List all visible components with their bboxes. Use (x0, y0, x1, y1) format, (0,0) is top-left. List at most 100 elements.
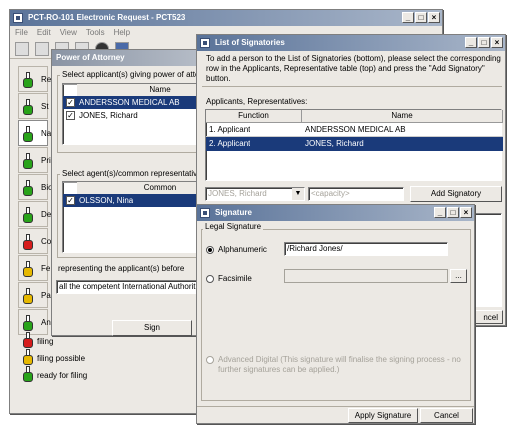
menu-tools[interactable]: Tools (86, 26, 105, 39)
nav-item[interactable]: Co (18, 228, 52, 254)
nav-item-label: Fe (41, 264, 51, 273)
applicant-checkbox[interactable] (66, 98, 75, 107)
nav-item[interactable]: Bio (18, 174, 53, 200)
signatories-window-title: List of Signatories (215, 38, 285, 47)
maximize-button[interactable]: □ (447, 207, 459, 218)
applicant-name: ANDERSSON MEDICAL AB (79, 98, 180, 107)
cancel-button[interactable]: Cancel (420, 408, 473, 423)
alphanumeric-input[interactable]: /Richard Jones/ (284, 242, 448, 256)
status-flask-icon (23, 126, 33, 142)
nav-item[interactable]: Fe (18, 255, 51, 281)
nav-item-label: Pri (41, 156, 51, 165)
table-row[interactable]: 1. Applicant ANDERSSON MEDICAL AB (206, 123, 503, 137)
table-label: Applicants, Representatives: (206, 97, 308, 106)
browse-button[interactable]: ... (450, 269, 467, 283)
window-icon (200, 38, 210, 48)
applicant-name: JONES, Richard (79, 111, 138, 120)
status-flask-icon (23, 180, 33, 196)
menu-view[interactable]: View (60, 26, 77, 39)
nav-item[interactable]: Re (18, 66, 52, 92)
new-document-icon[interactable] (15, 42, 29, 56)
minimize-button[interactable]: _ (402, 12, 414, 23)
column-name[interactable]: Name (302, 110, 503, 123)
representing-label: representing the applicant(s) before (58, 264, 185, 273)
separator (202, 86, 502, 87)
app-icon (13, 13, 23, 23)
nav-item-label: Re (41, 75, 52, 84)
status-flask-icon (23, 366, 33, 382)
status-flask-icon (23, 315, 33, 331)
authorities-value: all the competent International Authorit… (59, 282, 206, 291)
nav-item-label: Na (41, 129, 52, 138)
status-flask-icon (23, 207, 33, 223)
close-button[interactable]: × (491, 37, 503, 48)
status-flask-icon (23, 153, 33, 169)
poa-window-title: Power of Attorney (56, 53, 125, 62)
legend-item: ready for filing (20, 366, 95, 382)
person-select-value: JONES, Richard (208, 189, 267, 198)
add-signatory-button[interactable]: Add Signatory (410, 186, 502, 202)
applicant-checkbox[interactable] (66, 111, 75, 120)
capacity-placeholder: <capacity> (311, 189, 350, 198)
column-function[interactable]: Function (206, 110, 302, 123)
alphanumeric-radio[interactable] (206, 246, 214, 254)
nav-item-label: St (41, 102, 49, 111)
legend-label: ready for filing (37, 371, 88, 380)
window-icon (200, 208, 210, 218)
chevron-down-icon[interactable]: ▼ (292, 188, 304, 200)
status-flask-icon (23, 261, 33, 277)
legend-label: filing (37, 337, 54, 346)
status-flask-icon (23, 332, 33, 348)
nav-item[interactable]: Na (18, 120, 52, 146)
nav-item-label: Co (41, 237, 52, 246)
status-flask-icon (23, 288, 33, 304)
nav-item[interactable]: Pri (18, 147, 51, 173)
row-function: 2. Applicant (209, 139, 251, 148)
advanced-digital-label: Advanced Digital (This signature will fi… (218, 355, 461, 374)
row-name: JONES, Richard (305, 139, 364, 148)
facsimile-label: Facsimile (218, 274, 252, 283)
legal-signature-label: Legal Signature (203, 222, 264, 231)
menu-edit[interactable]: Edit (37, 26, 51, 39)
nav-item-label: De (41, 210, 52, 219)
status-legend: filing filing possible ready for filing (10, 332, 92, 392)
nav-item[interactable]: De (18, 201, 52, 227)
nav-item[interactable]: St (18, 93, 49, 119)
sign-button[interactable]: Sign (112, 320, 192, 336)
facsimile-input[interactable] (284, 269, 448, 283)
applicants-representatives-table: Function Name 1. Applicant ANDERSSON MED… (205, 109, 503, 181)
maximize-button[interactable]: □ (478, 37, 490, 48)
signatories-title-bar[interactable]: List of Signatories _ □ × (197, 35, 505, 51)
close-button[interactable]: × (460, 207, 472, 218)
row-function: 1. Applicant (209, 125, 251, 134)
nav-item[interactable]: Pa (18, 282, 51, 308)
advanced-digital-radio[interactable] (206, 356, 214, 364)
minimize-button[interactable]: _ (465, 37, 477, 48)
alphanumeric-label: Alphanumeric (218, 245, 267, 254)
table-row[interactable]: 2. Applicant JONES, Richard (206, 137, 503, 151)
facsimile-radio[interactable] (206, 275, 214, 283)
nav-item-label: Pa (41, 291, 51, 300)
signature-window: Signature _ □ × Legal Signature Alphanum… (196, 204, 475, 424)
signatories-instructions: To add a person to the List of Signatori… (206, 54, 501, 83)
button-bar (197, 406, 474, 407)
alphanumeric-value: /Richard Jones/ (287, 244, 343, 253)
status-flask-icon (23, 72, 33, 88)
row-name: ANDERSSON MEDICAL AB (305, 125, 406, 134)
print-icon[interactable] (35, 42, 49, 56)
signature-title-bar[interactable]: Signature _ □ × (197, 205, 474, 221)
menu-help[interactable]: Help (114, 26, 130, 39)
capacity-input[interactable]: <capacity> (308, 187, 404, 201)
signature-window-title: Signature (215, 208, 252, 217)
person-select[interactable]: JONES, Richard ▼ (205, 187, 305, 201)
agent-table-corner (63, 182, 77, 183)
minimize-button[interactable]: _ (434, 207, 446, 218)
status-flask-icon (23, 234, 33, 250)
apply-signature-button[interactable]: Apply Signature (348, 408, 418, 423)
close-button[interactable]: × (428, 12, 440, 23)
menu-file[interactable]: File (15, 26, 28, 39)
agent-checkbox[interactable] (66, 196, 75, 205)
maximize-button[interactable]: □ (415, 12, 427, 23)
main-title-bar[interactable]: PCT-RO-101 Electronic Request - PCT523 _… (10, 10, 442, 26)
applicant-table-corner (63, 84, 77, 85)
